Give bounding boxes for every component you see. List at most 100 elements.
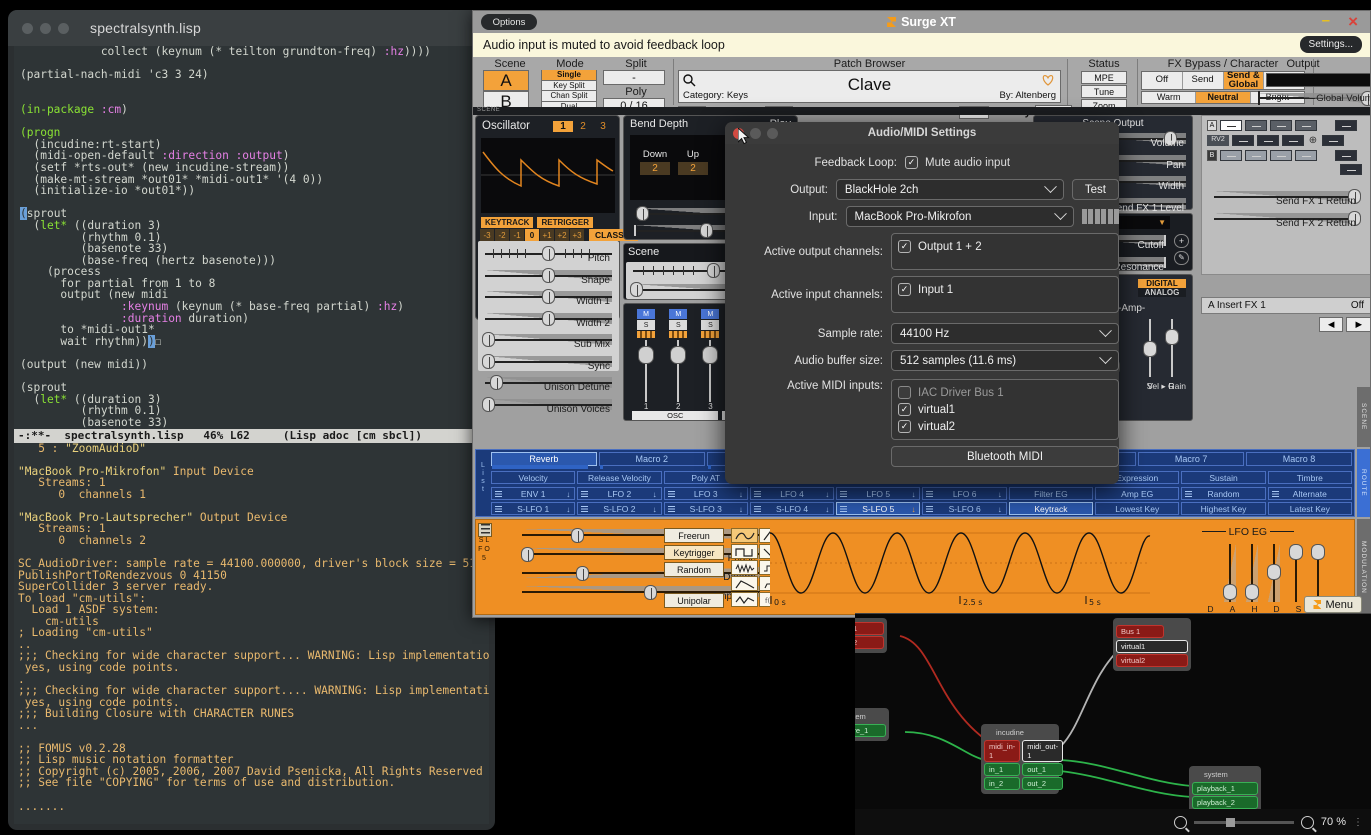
port-capture-1[interactable]: capture_1 xyxy=(855,724,886,737)
macro-1[interactable]: Reverb xyxy=(491,452,597,469)
mod-latest-key[interactable]: Latest Key xyxy=(1267,502,1352,515)
fx-slot-b3[interactable] xyxy=(1270,150,1292,161)
active-midi-inputs-list[interactable]: ✓ IAC Driver Bus 1 ✓ virtual1 ✓ virtual2 xyxy=(891,379,1119,440)
slider-pitch[interactable]: Pitch xyxy=(479,244,618,266)
mod-lowest-key[interactable]: Lowest Key xyxy=(1095,502,1180,515)
mod-lfo5[interactable]: LFO 5 ↓ xyxy=(836,487,921,500)
octave--1[interactable]: -1 xyxy=(510,229,524,241)
mod-slfo3[interactable]: S-LFO 3 ↓ xyxy=(663,502,748,515)
macro-2[interactable]: Macro 2 xyxy=(598,452,705,469)
mute-button[interactable]: M xyxy=(669,309,688,319)
chevron-down-icon[interactable]: ▼ xyxy=(1158,218,1166,227)
slime-repl-buffer[interactable]: 5 : "ZoomAudioD" "MacBook Pro-Mikrofon" … xyxy=(14,442,489,824)
port-in-1[interactable]: in_1 xyxy=(984,763,1021,776)
lfo-random-button[interactable]: Random xyxy=(664,562,724,577)
test-button[interactable]: Test xyxy=(1071,179,1119,200)
shape-envelope-icon[interactable] xyxy=(731,576,758,591)
menu-button[interactable]: Menu xyxy=(1304,596,1362,613)
lfo-menu-icon[interactable] xyxy=(478,523,492,537)
port-midi-out-1[interactable]: midi_out-1 xyxy=(1022,740,1064,762)
fx-slot-a1[interactable] xyxy=(1220,120,1242,131)
fx-slot-s1[interactable] xyxy=(1232,135,1254,146)
close-icon[interactable]: × xyxy=(1348,13,1358,31)
mod-lfo2[interactable]: LFO 2 ↓ xyxy=(577,487,662,500)
scene-a-button[interactable]: A xyxy=(483,70,529,91)
fx-bypass-send[interactable]: Send xyxy=(1183,72,1224,89)
mod-random[interactable]: Random xyxy=(1181,487,1266,500)
mixer-fader[interactable] xyxy=(699,340,721,402)
oscillator-tab-3[interactable]: 3 xyxy=(593,121,613,132)
mod-timbre[interactable]: Timbre xyxy=(1267,471,1352,484)
port-midi-in-1[interactable]: midi_in-1 xyxy=(984,740,1021,762)
slider-width2[interactable]: Width 2 xyxy=(479,309,618,331)
midi-input-item[interactable]: ✓ IAC Driver Bus 1 xyxy=(898,384,1112,401)
mod-lfo3[interactable]: LFO 3 ↓ xyxy=(663,487,748,500)
insert-fx-next-button[interactable]: ▶ xyxy=(1346,317,1370,332)
midi-input-item[interactable]: ✓ virtual2 xyxy=(898,418,1112,435)
add-modulation-icon[interactable]: + xyxy=(1174,234,1189,248)
options-button[interactable]: Options xyxy=(481,14,537,30)
eg-slider-r[interactable] xyxy=(1163,319,1180,377)
active-output-channels-list[interactable]: ✓ Output 1 + 2 xyxy=(891,233,1119,270)
solo-button[interactable]: S xyxy=(669,320,688,330)
mixer-strip-1[interactable]: M S 1 xyxy=(635,308,657,411)
slider-lfo-amplitude[interactable]: Amplitude xyxy=(516,583,766,602)
macro-7[interactable]: Macro 7 xyxy=(1138,452,1245,466)
fx-bypass-send-global[interactable]: Send & Global xyxy=(1223,71,1265,89)
patchbay-node-bus1[interactable]: Bus 1 virtual1 virtual2 xyxy=(1113,618,1191,671)
fx-slot-s3[interactable] xyxy=(1282,135,1304,146)
mod-sustain[interactable]: Sustain xyxy=(1181,471,1266,484)
input-channel-item[interactable]: ✓ Input 1 xyxy=(898,281,1112,298)
zoom-slider[interactable] xyxy=(1193,817,1294,827)
mute-button[interactable]: M xyxy=(637,309,656,319)
output-channel-checkbox[interactable]: ✓ xyxy=(898,240,911,253)
mod-lfo6[interactable]: LFO 6 ↓ xyxy=(922,487,1007,500)
oscillator-tab-1[interactable]: 1 xyxy=(553,120,573,132)
port-playback-1[interactable]: playback_1 xyxy=(1192,782,1258,795)
mod-lfo4[interactable]: LFO 4 ↓ xyxy=(749,487,835,500)
lfo-eg-a[interactable] xyxy=(1243,544,1260,602)
lfo-panel[interactable]: S L F O 5 Rate Phase Deform Amplitude xyxy=(475,519,1355,615)
lfo-eg-h[interactable] xyxy=(1265,544,1282,602)
minimize-icon[interactable]: – xyxy=(1322,13,1330,28)
mixer-tab-osc[interactable]: OSC xyxy=(632,411,719,420)
active-input-channels-list[interactable]: ✓ Input 1 xyxy=(891,276,1119,313)
mode-chansplit-button[interactable]: Chan Split xyxy=(541,91,597,102)
eg-slider-s[interactable] xyxy=(1141,319,1158,377)
port-virtual2[interactable]: virtual2 xyxy=(855,636,884,649)
lfo-eg-s[interactable] xyxy=(1309,544,1326,602)
bend-up-value[interactable]: 2 xyxy=(678,162,708,175)
port-out-2[interactable]: out_2 xyxy=(1022,777,1064,790)
slider-unison-voices[interactable]: Unison Voices xyxy=(479,395,618,417)
oscillator-panel[interactable]: Oscillator 1 2 3 KEYTRACK RETRIGGER -3 -… xyxy=(475,115,639,415)
status-mpe-button[interactable]: MPE xyxy=(1081,71,1127,84)
mixer-fader[interactable] xyxy=(667,340,689,402)
port-virtual1[interactable]: virtual1 xyxy=(1116,640,1188,653)
port-virtual2[interactable]: virtual2 xyxy=(1116,654,1188,667)
fx-bypass-off[interactable]: Off xyxy=(1142,72,1183,89)
fx-slot-global2[interactable] xyxy=(1322,135,1344,146)
slider-lfo-deform[interactable]: Deform xyxy=(516,564,766,583)
octave--3[interactable]: -3 xyxy=(480,229,494,241)
slider-sync[interactable]: Sync xyxy=(479,352,618,374)
fx-slot-global1[interactable] xyxy=(1335,120,1357,131)
macro-8[interactable]: Macro 8 xyxy=(1246,452,1352,466)
patchbay-node-system-capture[interactable]: system capture_1 xyxy=(855,708,889,741)
emacs-buffer-area[interactable]: collect (keynum (* teilton grundton-freq… xyxy=(14,46,489,824)
shape-sine-icon[interactable] xyxy=(731,528,758,543)
slider-lfo-phase[interactable]: Phase xyxy=(516,545,766,564)
mod-amp-eg[interactable]: Amp EG xyxy=(1095,487,1180,500)
mixer-strip-3[interactable]: M S 3 xyxy=(699,308,721,411)
fx-slot-global4[interactable] xyxy=(1340,164,1362,175)
shape-square-icon[interactable] xyxy=(731,544,758,559)
mod-env1[interactable]: ENV 1 ↓ xyxy=(491,487,576,500)
fx-slot-s2[interactable] xyxy=(1257,135,1279,146)
octave-plus3[interactable]: +3 xyxy=(570,229,584,241)
split-value[interactable]: - xyxy=(603,70,665,85)
port-out-1[interactable]: out_1 xyxy=(1022,763,1064,776)
port-virtual1[interactable]: virtual1 xyxy=(855,622,884,635)
mod-filter-eg[interactable]: Filter EG xyxy=(1008,487,1094,500)
scene-side-tab[interactable]: SCENE xyxy=(1357,387,1370,447)
mode-keysplit-button[interactable]: Key Split xyxy=(541,80,597,91)
port-playback-2[interactable]: playback_2 xyxy=(1192,796,1258,809)
